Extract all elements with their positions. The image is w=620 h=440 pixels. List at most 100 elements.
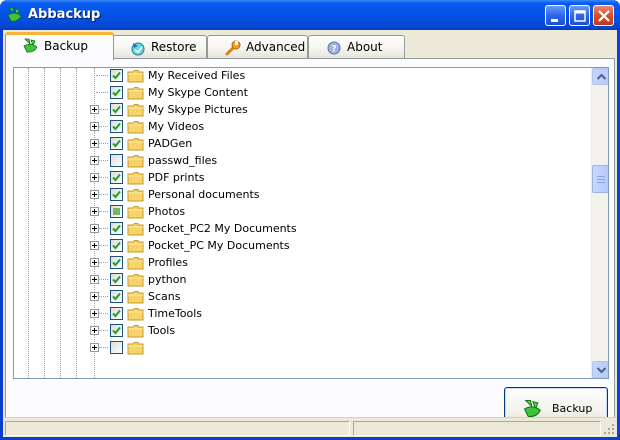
tab-backup[interactable]: Backup	[5, 32, 114, 60]
expand-plus-icon[interactable]	[90, 241, 99, 250]
folder-checkbox[interactable]	[110, 188, 123, 201]
checkmark-icon	[112, 309, 121, 318]
tree-row[interactable]: My Skype Pictures	[14, 101, 592, 118]
expand-plus-icon[interactable]	[90, 326, 99, 335]
expand-plus-icon[interactable]	[90, 105, 99, 114]
tree-row[interactable]: TimeTools	[14, 305, 592, 322]
expand-plus-icon[interactable]	[90, 156, 99, 165]
expand-plus-icon[interactable]	[90, 224, 99, 233]
folder-icon	[127, 206, 144, 219]
folder-icon	[127, 70, 144, 83]
folder-label: PADGen	[148, 137, 193, 150]
tree-row[interactable]: My Videos	[14, 118, 592, 135]
folder-checkbox[interactable]	[110, 290, 123, 303]
folder-checkbox[interactable]	[110, 69, 123, 82]
folder-label: Personal documents	[148, 188, 260, 201]
folder-label: passwd_files	[148, 154, 218, 167]
tree-row[interactable]: passwd_files	[14, 152, 592, 169]
tree-row[interactable]: My Received Files	[14, 68, 592, 84]
folder-checkbox[interactable]	[110, 137, 123, 150]
tree-row[interactable]: Photos	[14, 203, 592, 220]
app-logo-icon	[7, 7, 22, 22]
tab-restore[interactable]: Restore	[112, 35, 207, 59]
folder-tree[interactable]: My Received Files My Skype Content My Skyp…	[13, 67, 609, 379]
checkmark-icon	[112, 71, 121, 80]
folder-icon	[127, 104, 144, 117]
expand-plus-icon[interactable]	[90, 139, 99, 148]
checkmark-icon	[112, 105, 121, 114]
expand-plus-icon[interactable]	[90, 258, 99, 267]
chevron-up-icon	[596, 73, 607, 80]
folder-checkbox[interactable]	[110, 239, 123, 252]
tree-row[interactable]: Pocket_PC2 My Documents	[14, 220, 592, 237]
folder-icon	[127, 308, 144, 321]
checkmark-icon	[112, 173, 121, 182]
tree-row[interactable]: Tools	[14, 322, 592, 339]
close-button[interactable]	[593, 5, 614, 26]
expand-plus-icon[interactable]	[90, 173, 99, 182]
window-title: Abbackup	[28, 7, 101, 22]
chevron-down-icon	[596, 367, 607, 374]
folder-checkbox[interactable]	[110, 273, 123, 286]
expand-plus-icon[interactable]	[90, 122, 99, 131]
maximize-button[interactable]	[569, 5, 590, 26]
vertical-scrollbar[interactable]	[591, 68, 608, 378]
title-bar[interactable]: Abbackup	[0, 0, 620, 30]
checkmark-icon	[112, 88, 121, 97]
scroll-thumb[interactable]	[592, 165, 608, 193]
scroll-up-button[interactable]	[592, 68, 608, 85]
expand-plus-icon[interactable]	[90, 190, 99, 199]
folder-checkbox[interactable]	[110, 205, 123, 218]
tree-row[interactable]: Personal documents	[14, 186, 592, 203]
checkmark-icon	[112, 326, 121, 335]
folder-icon	[127, 138, 144, 151]
folder-label: My Videos	[148, 120, 205, 133]
tree-row[interactable]	[14, 339, 592, 356]
backup-button-label: Backup	[552, 402, 593, 415]
folder-icon	[127, 155, 144, 168]
tree-row[interactable]: python	[14, 271, 592, 288]
folder-checkbox[interactable]	[110, 120, 123, 133]
tree-row[interactable]: My Skype Content	[14, 84, 592, 101]
tab-about[interactable]: ? About	[308, 35, 405, 59]
tab-advanced[interactable]: Advanced	[207, 35, 308, 59]
tab-label: About	[347, 40, 383, 54]
maximize-icon	[574, 10, 586, 22]
tree-row[interactable]: Pocket_PC My Documents	[14, 237, 592, 254]
folder-label: Pocket_PC My Documents	[148, 239, 290, 252]
folder-checkbox[interactable]	[110, 154, 123, 167]
folder-checkbox[interactable]	[110, 222, 123, 235]
folder-icon	[127, 274, 144, 287]
svg-text:?: ?	[331, 45, 336, 55]
scroll-down-button[interactable]	[592, 361, 608, 378]
tab-label: Advanced	[246, 40, 306, 54]
tree-row[interactable]: Profiles	[14, 254, 592, 271]
folder-icon	[127, 121, 144, 134]
folder-checkbox[interactable]	[110, 86, 123, 99]
tab-label: Restore	[151, 40, 197, 54]
folder-checkbox[interactable]	[110, 341, 123, 354]
folder-icon	[127, 189, 144, 202]
resize-grip-icon[interactable]	[603, 423, 615, 435]
tree-row[interactable]: Scans	[14, 288, 592, 305]
folder-checkbox[interactable]	[110, 171, 123, 184]
expand-plus-icon[interactable]	[90, 309, 99, 318]
folder-label: Photos	[148, 205, 186, 218]
checkmark-icon	[112, 139, 121, 148]
expand-plus-icon[interactable]	[90, 343, 99, 352]
folder-label: Tools	[148, 324, 176, 337]
folder-checkbox[interactable]	[110, 103, 123, 116]
folder-checkbox[interactable]	[110, 256, 123, 269]
minimize-button[interactable]	[545, 5, 566, 26]
expand-plus-icon[interactable]	[90, 275, 99, 284]
expand-plus-icon[interactable]	[90, 207, 99, 216]
folder-label: Pocket_PC2 My Documents	[148, 222, 297, 235]
folder-checkbox[interactable]	[110, 324, 123, 337]
expand-plus-icon[interactable]	[90, 292, 99, 301]
tree-row[interactable]: PDF prints	[14, 169, 592, 186]
status-pane	[353, 421, 601, 436]
folder-checkbox[interactable]	[110, 307, 123, 320]
window-body: Backup Restore Advanced ? About My Recei…	[3, 30, 617, 437]
checkmark-icon	[112, 224, 121, 233]
tree-row[interactable]: PADGen	[14, 135, 592, 152]
